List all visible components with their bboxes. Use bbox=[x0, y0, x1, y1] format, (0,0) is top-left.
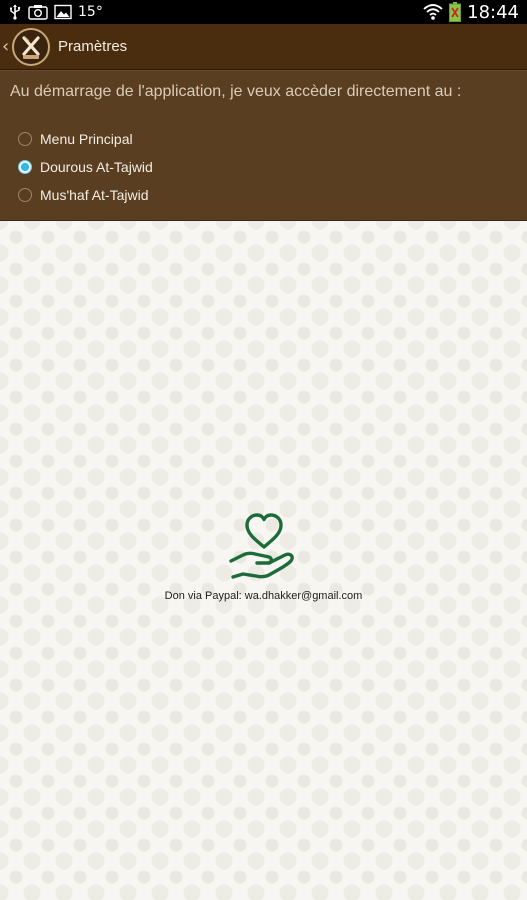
radio-button-unchecked-icon[interactable] bbox=[18, 132, 32, 146]
radio-option-mushaf-at-tajwid[interactable]: Mus'haf At-Tajwid bbox=[18, 184, 149, 206]
temperature-text: 15° bbox=[78, 4, 103, 20]
app-logo-icon[interactable] bbox=[12, 27, 50, 66]
wifi-icon bbox=[423, 4, 443, 20]
radio-button-checked-icon[interactable] bbox=[18, 160, 32, 174]
status-bar-right: 18:44 bbox=[423, 2, 519, 23]
page-title: Pramètres bbox=[58, 38, 128, 55]
donation-section[interactable]: Don via Paypal: wa.dhakker@gmail.com bbox=[0, 511, 527, 602]
usb-icon bbox=[8, 4, 22, 20]
action-bar: ‹ Pramètres bbox=[0, 24, 527, 70]
screenshot-icon bbox=[28, 4, 48, 20]
startup-settings-panel: Au démarrage de l'application, je veux a… bbox=[0, 70, 527, 221]
clock-text: 18:44 bbox=[467, 1, 519, 23]
radio-label: Mus'haf At-Tajwid bbox=[40, 187, 149, 203]
radio-label: Menu Principal bbox=[40, 131, 133, 147]
status-bar-left: 15° bbox=[8, 4, 103, 20]
radio-option-menu-principal[interactable]: Menu Principal bbox=[18, 128, 133, 150]
battery-icon bbox=[449, 2, 462, 22]
chevron-left-icon[interactable]: ‹ bbox=[2, 36, 10, 57]
status-bar: 15° 18:44 bbox=[0, 0, 527, 24]
radio-label: Dourous At-Tajwid bbox=[40, 159, 153, 175]
image-icon bbox=[54, 4, 72, 20]
main-content-area: Don via Paypal: wa.dhakker@gmail.com bbox=[0, 221, 527, 900]
radio-option-dourous-at-tajwid[interactable]: Dourous At-Tajwid bbox=[18, 156, 153, 178]
radio-button-unchecked-icon[interactable] bbox=[18, 188, 32, 202]
startup-prompt-text: Au démarrage de l'application, je veux a… bbox=[10, 83, 462, 100]
donation-paypal-text[interactable]: Don via Paypal: wa.dhakker@gmail.com bbox=[165, 590, 363, 602]
heart-in-hand-icon[interactable] bbox=[228, 511, 299, 581]
